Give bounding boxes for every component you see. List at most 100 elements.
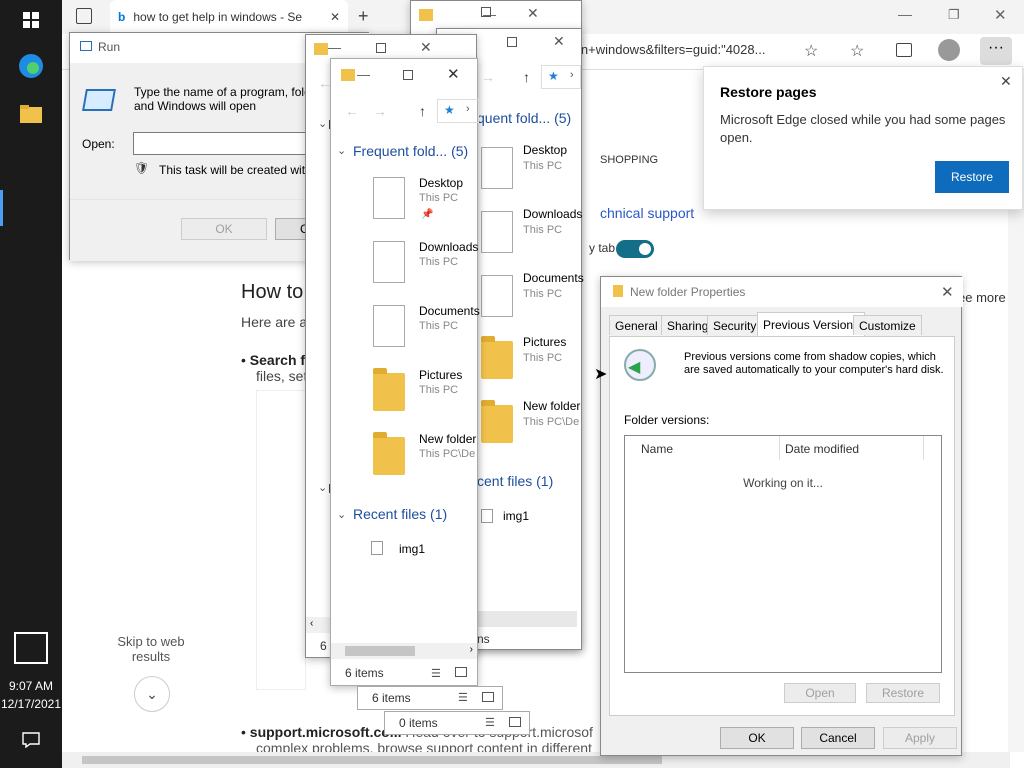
close-icon[interactable]: ✕ xyxy=(527,5,539,22)
new-tab-icon[interactable]: + xyxy=(358,6,369,27)
col-date-header[interactable]: Date modified xyxy=(785,442,859,456)
notifications-button[interactable] xyxy=(0,728,62,752)
forward-icon[interactable]: → xyxy=(373,103,387,119)
tab-customize[interactable]: Customize xyxy=(853,315,922,335)
cancel-button[interactable]: Cancel xyxy=(801,727,875,749)
up-icon[interactable]: ↑ xyxy=(523,69,530,85)
view-details-icon[interactable]: ☰ xyxy=(458,691,468,704)
downloads-item-name[interactable]: Downloads xyxy=(419,240,478,254)
maximize-icon[interactable] xyxy=(376,43,386,53)
ok-button[interactable]: OK xyxy=(720,727,794,749)
downloads-item-icon[interactable] xyxy=(373,241,405,283)
view-tiles-icon[interactable] xyxy=(509,717,521,727)
maximize-icon[interactable] xyxy=(481,7,491,17)
close-icon[interactable]: ✕ xyxy=(941,283,954,301)
desktop-item-name[interactable]: Desktop xyxy=(419,176,463,190)
nav-chevron-icon[interactable]: ⌄ xyxy=(318,481,327,494)
clock-time[interactable]: 9:07 AM xyxy=(0,679,62,693)
see-more-link[interactable]: ee more xyxy=(958,290,1006,305)
desktop-item-icon[interactable] xyxy=(373,177,405,219)
documents-item-icon[interactable] xyxy=(373,305,405,347)
h-scrollbar[interactable]: › xyxy=(331,643,477,659)
quick-access-frequent-header[interactable]: Frequent fold... (5) xyxy=(353,143,468,159)
settings-more-icon[interactable]: ··· xyxy=(980,37,1012,65)
pictures-item-name[interactable]: Pictures xyxy=(523,335,566,349)
recent-files-header[interactable]: Recent files (1) xyxy=(353,506,447,522)
desktop-item-name[interactable]: Desktop xyxy=(523,143,567,157)
favorites-icon[interactable]: ☆ xyxy=(850,41,864,61)
maximize-icon[interactable] xyxy=(507,37,517,47)
downloads-item-name[interactable]: Downloads xyxy=(523,207,582,221)
pictures-item-icon[interactable] xyxy=(373,368,405,411)
tech-support-link[interactable]: chnical support xyxy=(600,205,694,221)
minimize-icon[interactable]: — xyxy=(357,67,370,82)
open-label: Open: xyxy=(82,137,115,151)
newfolder-item-icon[interactable] xyxy=(373,432,405,475)
minimize-icon[interactable]: — xyxy=(898,6,912,22)
start-button[interactable] xyxy=(0,4,62,36)
task-view-button[interactable] xyxy=(0,630,62,666)
back-icon[interactable]: ← xyxy=(345,103,359,119)
view-details-icon[interactable]: ☰ xyxy=(431,667,441,680)
restore-icon[interactable]: ❐ xyxy=(948,7,960,23)
col-name-header[interactable]: Name xyxy=(641,442,673,456)
address-input[interactable]: in+windows&filters=guid:"4028... xyxy=(578,42,765,57)
h-scrollbar[interactable] xyxy=(477,611,577,627)
pictures-item-name[interactable]: Pictures xyxy=(419,368,462,382)
taskbar-edge[interactable] xyxy=(0,48,62,84)
restore-button[interactable]: Restore xyxy=(935,161,1009,193)
documents-item-name[interactable]: Documents xyxy=(523,271,584,285)
newfolder-item-name[interactable]: New folder xyxy=(419,432,476,446)
close-icon[interactable]: ✕ xyxy=(994,6,1007,24)
up-icon[interactable]: ↑ xyxy=(419,103,426,119)
desktop-item-icon[interactable] xyxy=(481,147,513,189)
clock-date[interactable]: 12/17/2021 xyxy=(0,697,62,711)
img1-file[interactable]: img1 xyxy=(503,509,529,523)
tab-general[interactable]: General xyxy=(609,315,664,335)
apply-button[interactable]: Apply xyxy=(883,727,957,749)
versions-list[interactable]: Name Date modified Working on it... xyxy=(624,435,942,673)
pin-icon: 📌 xyxy=(421,209,434,220)
recent-chevron-icon[interactable]: ⌄ xyxy=(337,508,346,521)
pictures-item-icon[interactable] xyxy=(481,336,513,379)
toggle-switch[interactable] xyxy=(616,240,654,258)
nav-chevron-icon[interactable]: ⌄ xyxy=(318,117,327,130)
documents-item-icon[interactable] xyxy=(481,275,513,317)
tab-security[interactable]: Security xyxy=(707,315,763,335)
shopping-tab[interactable]: SHOPPING xyxy=(600,154,658,166)
frequent-chevron-icon[interactable]: ⌄ xyxy=(337,144,346,157)
collections-icon[interactable] xyxy=(896,43,912,57)
close-icon[interactable]: ✕ xyxy=(420,39,432,56)
popup-close-icon[interactable]: ✕ xyxy=(1000,73,1012,90)
pictures-item-sub: This PC xyxy=(419,384,459,396)
view-details-icon[interactable]: ☰ xyxy=(485,716,495,729)
run-ok-button[interactable]: OK xyxy=(181,218,267,240)
address-path[interactable]: ★ › xyxy=(437,99,479,123)
skip-to-results[interactable]: Skip to web results xyxy=(106,634,196,664)
view-tiles-icon[interactable] xyxy=(482,692,494,702)
documents-item-name[interactable]: Documents xyxy=(419,304,480,318)
newfolder-item-icon[interactable] xyxy=(481,400,513,443)
newfolder-item-name[interactable]: New folder xyxy=(523,399,580,413)
downloads-item-icon[interactable] xyxy=(481,211,513,253)
tab-previous-versions[interactable]: Previous Versions xyxy=(757,312,866,336)
tab-close-icon[interactable]: ✕ xyxy=(330,10,340,24)
close-icon[interactable]: ✕ xyxy=(447,65,460,83)
forward-icon[interactable]: → xyxy=(481,69,495,85)
address-path[interactable]: ★ › xyxy=(541,65,581,89)
img1-file[interactable]: img1 xyxy=(399,542,425,556)
open-button[interactable]: Open xyxy=(784,683,856,703)
taskbar-explorer[interactable] xyxy=(0,96,62,132)
view-tiles-icon[interactable] xyxy=(455,667,467,677)
recent-files-header[interactable]: cent files (1) xyxy=(477,473,553,489)
quick-access-frequent-header[interactable]: quent fold... (5) xyxy=(477,110,571,126)
restore-button[interactable]: Restore xyxy=(866,683,940,703)
profile-avatar[interactable] xyxy=(938,39,960,61)
minimize-icon[interactable]: — xyxy=(328,40,341,55)
close-icon[interactable]: ✕ xyxy=(553,33,565,50)
tab-actions-icon[interactable] xyxy=(76,8,92,24)
edge-tab[interactable]: b how to get help in windows - Se ✕ xyxy=(110,0,348,34)
chevron-down-icon[interactable]: ⌄ xyxy=(134,676,170,712)
add-favorite-icon[interactable]: ☆ xyxy=(804,41,818,61)
maximize-icon[interactable] xyxy=(403,70,413,80)
